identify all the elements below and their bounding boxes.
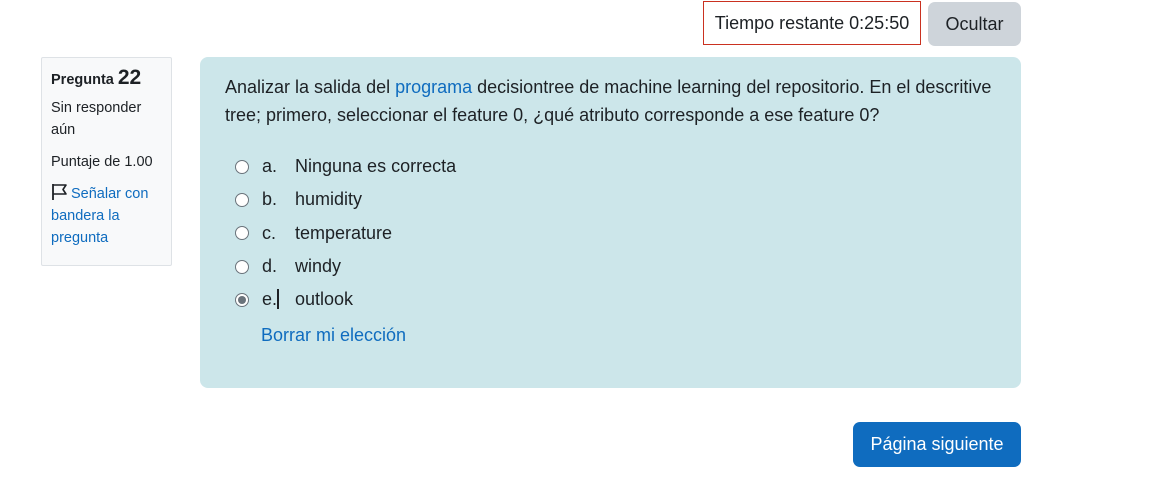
answer-option-b[interactable]: b. humidity [235, 183, 996, 216]
clear-choice-link[interactable]: Borrar mi elección [261, 325, 406, 346]
quiz-page: Tiempo restante 0:25:50 Ocultar Pregunta… [0, 0, 1155, 487]
question-number: Pregunta 22 [51, 67, 162, 91]
answer-options: a. Ninguna es correcta b. humidity c. te… [225, 150, 996, 316]
time-remaining-text: Tiempo restante 0:25:50 [714, 12, 910, 33]
question-grade: Puntaje de 1.00 [51, 154, 153, 170]
option-letter-text: e. [262, 289, 280, 310]
radio-a[interactable] [235, 159, 249, 174]
program-link[interactable]: programa [395, 77, 472, 97]
question-number-label: Pregunta [51, 72, 114, 88]
question-number-value: 22 [117, 66, 142, 89]
flag-question-link[interactable]: Señalar con bandera la pregunta [51, 183, 162, 249]
answer-option-d[interactable]: d. windy [235, 250, 996, 283]
radio-e[interactable] [235, 292, 249, 307]
option-letter: b. [262, 189, 278, 210]
answer-option-a[interactable]: a. Ninguna es correcta [235, 150, 996, 183]
option-text: outlook [295, 289, 354, 310]
time-remaining: Tiempo restante 0:25:50 [703, 1, 921, 45]
radio-d[interactable] [235, 259, 249, 274]
option-letter: a. [262, 156, 278, 177]
option-text: temperature [295, 222, 393, 243]
radio-c[interactable] [235, 226, 249, 241]
hide-timer-button[interactable]: Ocultar [928, 2, 1021, 46]
question-text-start: Analizar la salida del [225, 77, 396, 97]
question-info: Pregunta 22 Sin responder aún Puntaje de… [41, 57, 172, 266]
option-text: Ninguna es correcta [295, 156, 457, 177]
option-letter: e. [262, 289, 295, 310]
question-state: Sin responder aún [51, 100, 142, 138]
question-text: Analizar la salida del programa decision… [225, 73, 996, 129]
option-letter: d. [262, 256, 278, 277]
question-content: Analizar la salida del programa decision… [200, 57, 1021, 388]
answer-option-e[interactable]: e. outlook [235, 283, 996, 316]
radio-b[interactable] [235, 192, 249, 207]
flag-icon [51, 183, 69, 201]
answer-option-c[interactable]: c. temperature [235, 217, 996, 250]
option-letter: c. [262, 222, 277, 243]
option-text: humidity [295, 189, 363, 210]
next-page-button[interactable]: Página siguiente [853, 422, 1021, 467]
option-text: windy [295, 256, 342, 277]
